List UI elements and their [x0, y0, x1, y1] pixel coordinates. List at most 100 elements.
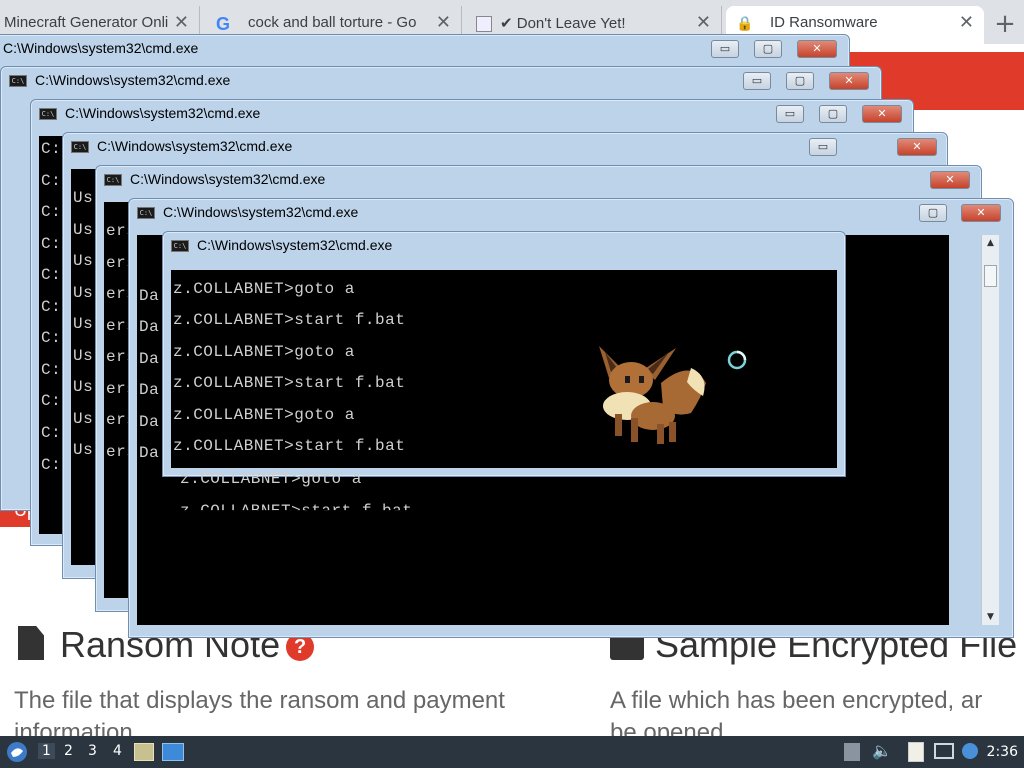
upload-tray-icon[interactable] [844, 743, 860, 761]
window-titlebar[interactable]: C:\ C:\Windows\system32\cmd.exe ▭ ▢ ✕ [1, 67, 881, 97]
console-text: C: [41, 140, 62, 158]
cmd-icon: C:\ [71, 141, 89, 153]
console-text: Da [139, 381, 160, 399]
file-manager-icon[interactable] [134, 743, 154, 761]
google-icon: G [215, 14, 230, 34]
window-title: C:\Windows\system32\cmd.exe [65, 105, 261, 121]
minimize-button[interactable]: ▭ [809, 138, 837, 156]
console-text: Us [73, 315, 94, 333]
window-titlebar[interactable]: C:\ C:\Windows\system32\cmd.exe ▭ ✕ [63, 133, 947, 163]
console-text: Us [73, 221, 94, 239]
console-text: C: [41, 266, 62, 284]
console-text: C: [41, 235, 62, 253]
close-icon[interactable]: ✕ [436, 13, 451, 33]
cmd-icon: C:\ [137, 207, 155, 219]
cmd-window-front[interactable]: C:\ C:\Windows\system32\cmd.exe z.COLLAB… [162, 231, 846, 477]
minimize-button[interactable]: ▭ [776, 105, 804, 123]
console-text: Us [73, 189, 94, 207]
file-icon [18, 626, 44, 660]
console-text: C: [41, 329, 62, 347]
window-titlebar[interactable]: C:\ C:\Windows\system32\cmd.exe ▢ ✕ [129, 199, 1013, 229]
console-text: C: [41, 392, 62, 410]
start-menu-icon[interactable] [6, 741, 28, 763]
window-titlebar[interactable]: C:\ C:\Windows\system32\cmd.exe ✕ [96, 166, 981, 196]
scrollbar[interactable]: ▲ ▼ [981, 235, 999, 625]
scroll-down-arrow[interactable]: ▼ [982, 609, 999, 625]
close-icon[interactable]: ✕ [174, 13, 189, 33]
console-text: C: [41, 456, 62, 474]
window-titlebar[interactable]: C:\ C:\Windows\system32\cmd.exe ▭ ▢ ✕ [31, 100, 913, 130]
maximize-button[interactable]: ▢ [786, 72, 814, 90]
close-button[interactable]: ✕ [829, 72, 869, 90]
console-text: Da [139, 318, 160, 336]
window-title: C:\Windows\system32\cmd.exe [3, 40, 199, 56]
minimize-button[interactable]: ▭ [743, 72, 771, 90]
close-button[interactable]: ✕ [862, 105, 902, 123]
tab-label: ID Ransomware [770, 14, 878, 31]
console-text: C: [41, 203, 62, 221]
workspace-4[interactable]: 4 [113, 743, 122, 759]
window-title: C:\Windows\system32\cmd.exe [97, 138, 293, 154]
desktop-icon[interactable] [162, 743, 184, 761]
notification-icon[interactable] [962, 743, 978, 759]
close-button[interactable]: ✕ [897, 138, 937, 156]
workspace-1[interactable]: 1 [38, 743, 55, 759]
cmd-icon: C:\ [104, 174, 122, 186]
tab-label: Minecraft Generator Onli [4, 14, 169, 31]
taskbar: 1 2 3 4 🔈 2:36 [0, 736, 1024, 768]
close-button[interactable]: ✕ [797, 40, 837, 58]
console-text: Us [73, 347, 94, 365]
sample-file-description: A file which has been encrypted, ar [610, 687, 983, 714]
scroll-thumb[interactable] [984, 265, 997, 287]
clock[interactable]: 2:36 [987, 744, 1018, 760]
console-text: Da [139, 444, 160, 462]
console-output[interactable]: z.COLLABNET>goto a z.COLLABNET>start f.b… [171, 270, 837, 468]
console-text: z.COLLABNET>goto a [173, 406, 355, 424]
maximize-button[interactable]: ▢ [919, 204, 947, 222]
close-icon[interactable]: ✕ [959, 13, 974, 33]
cmd-icon: C:\ [9, 75, 27, 87]
network-icon[interactable] [934, 743, 954, 759]
lock-icon: 🔒 [736, 16, 754, 32]
window-title: C:\Windows\system32\cmd.exe [197, 237, 393, 253]
console-text: Us [73, 410, 94, 428]
console-text: C: [41, 361, 62, 379]
console-text: C: [41, 172, 62, 190]
console-text: Da [139, 350, 160, 368]
close-button[interactable]: ✕ [930, 171, 970, 189]
console-text: z.COLLABNET>goto a [173, 280, 355, 298]
console-text: z.COLLABNET>start f.bat [173, 437, 406, 455]
maximize-button[interactable]: ▢ [819, 105, 847, 123]
loading-spinner-icon [727, 350, 747, 370]
volume-icon[interactable]: 🔈 [872, 741, 892, 760]
console-text: z.COLLABNET>goto a [180, 470, 362, 488]
window-titlebar[interactable]: C:\ C:\Windows\system32\cmd.exe [163, 232, 845, 262]
window-title: C:\Windows\system32\cmd.exe [130, 171, 326, 187]
close-icon[interactable]: ✕ [696, 13, 711, 33]
console-text: Us [73, 441, 94, 459]
tab-label: ✔ Don't Leave Yet! [500, 15, 626, 32]
console-text: Us [73, 284, 94, 302]
close-button[interactable]: ✕ [961, 204, 1001, 222]
workspace-3[interactable]: 3 [88, 743, 97, 759]
console-text: C: [41, 298, 62, 316]
console-text: z.COLLABNET>goto a [173, 343, 355, 361]
maximize-button[interactable]: ▢ [754, 40, 782, 58]
cmd-icon: C:\ [39, 108, 57, 120]
new-tab-button[interactable]: + [990, 10, 1020, 40]
console-text: C: [41, 424, 62, 442]
window-title: C:\Windows\system32\cmd.exe [35, 72, 231, 88]
scroll-up-arrow[interactable]: ▲ [982, 235, 999, 251]
tab-label: cock and ball torture - Go [248, 14, 417, 31]
clipboard-icon[interactable] [908, 742, 924, 762]
ransom-note-description: The file that displays the ransom and pa… [14, 687, 505, 714]
minimize-button[interactable]: ▭ [711, 40, 739, 58]
doc-icon [476, 16, 492, 32]
workspace-2[interactable]: 2 [64, 743, 73, 759]
eevee-sprite [599, 346, 706, 444]
console-text: Da [139, 287, 160, 305]
console-text: Us [73, 378, 94, 396]
cmd-icon: C:\ [171, 240, 189, 252]
console-text: Us [73, 252, 94, 270]
window-titlebar[interactable]: C:\Windows\system32\cmd.exe ▭ ▢ ✕ [0, 35, 849, 65]
